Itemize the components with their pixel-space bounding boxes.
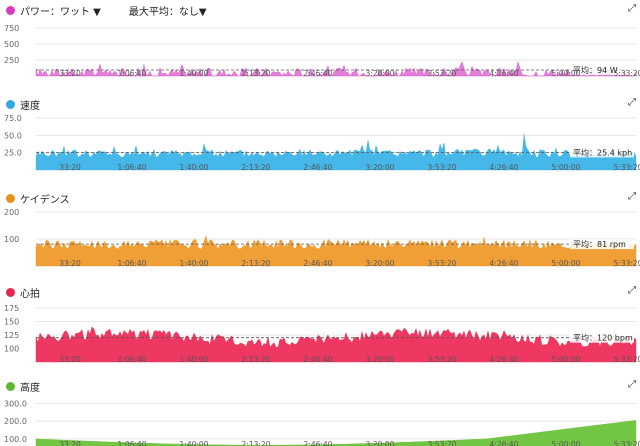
- x-tick-label: 3:20:00: [366, 163, 395, 172]
- x-tick-label: 4:26:40: [490, 259, 519, 268]
- x-tick-label: 33:20: [59, 355, 81, 364]
- power-chart: 750500250平均：94 W33:20 1:06:40 1:40:00 2:13:…: [4, 24, 640, 78]
- x-tick-label: 2:46:40: [304, 69, 333, 78]
- power-panel: パワー：ワット ▼ 最大平均：なし▼ ⤢ 750 500 250 平均：94 W 33:…: [0, 2, 640, 92]
- x-tick-label: 2:46:40: [304, 163, 333, 172]
- x-tick-label: 2:46:40: [304, 355, 333, 364]
- heartrate-title: 心拍: [20, 288, 40, 300]
- x-tick-label: 1:40:00: [180, 259, 209, 268]
- x-tick-label: 5:00:00: [552, 163, 581, 172]
- power-color-dot: [6, 5, 15, 15]
- x-tick-label: 5:33:20: [614, 440, 640, 446]
- x-tick-label: 5:00:00: [552, 69, 581, 78]
- y-tick-label: 750: [4, 24, 19, 33]
- x-tick-label: 3:20:00: [366, 259, 395, 268]
- x-tick-label: 4:26:40: [490, 69, 519, 78]
- x-tick-label: 3:53:20: [428, 259, 457, 268]
- x-tick-label: 5:00:00: [552, 440, 581, 446]
- heartrate-chart: 175 150 125 100 平均：120 bpm 33:20 1:06:40 1:40:0…: [4, 304, 640, 364]
- x-tick-label: 2:13:20: [242, 355, 271, 364]
- speed-color-dot: [6, 99, 15, 109]
- x-tick-label: 3:53:20: [428, 355, 457, 364]
- x-tick-label: 5:33:20: [614, 69, 640, 78]
- x-tick-label: 3:53:20: [428, 69, 457, 78]
- x-tick-label: 5:33:20: [614, 163, 640, 172]
- heartrate-color-dot: [6, 287, 15, 297]
- altitude-chart: 300.0 200.0 100.0 33:20 1:06:40 1:40:00 2:13:2…: [4, 400, 640, 446]
- power-header: パワー：ワット ▼ 最大平均：なし▼: [6, 2, 207, 18]
- x-tick-label: 3:20:00: [366, 440, 395, 446]
- average-label: 平均：25.4 kph: [573, 147, 632, 157]
- speed-header: 速度: [6, 96, 40, 112]
- speed-chart: 75.0 50.0 25.0 平均：25.4 kph 33:20 1:06:40 1:40:…: [4, 114, 640, 172]
- altitude-color-dot: [6, 381, 15, 391]
- x-tick-label: 1:40:00: [180, 440, 209, 446]
- cadence-color-dot: [6, 193, 15, 203]
- x-tick-label: 5:00:00: [552, 355, 581, 364]
- y-tick-label: 100: [4, 345, 19, 354]
- x-tick-label: 33:20: [59, 440, 81, 446]
- y-tick-label: 100: [4, 235, 19, 244]
- x-tick-label: 2:46:40: [304, 440, 333, 446]
- x-tick-label: 1:40:00: [180, 355, 209, 364]
- x-tick-label: 2:46:40: [304, 259, 333, 268]
- x-tick-label: 33:20: [59, 163, 81, 172]
- max-average-selector[interactable]: 最大平均：なし▼: [129, 3, 207, 18]
- y-tick-label: 250: [4, 56, 19, 65]
- x-tick-label: 2:13:20: [242, 259, 271, 268]
- x-tick-label: 1:06:40: [118, 355, 147, 364]
- y-tick-label: 200: [4, 208, 19, 217]
- cadence-chart: 200 100 平均：81 rpm 33:20 1:06:40 1:40:00 2:13:2…: [4, 208, 640, 268]
- y-tick-label: 200.0: [4, 417, 27, 426]
- x-tick-label: 1:06:40: [118, 163, 147, 172]
- y-tick-label: 175: [4, 304, 19, 313]
- altitude-panel: 高度 ⤢ 300.0 200.0 100.0 33:20 1:06:40 1:40:00 2…: [0, 378, 640, 446]
- x-tick-label: 1:06:40: [118, 69, 147, 78]
- x-tick-label: 1:40:00: [180, 69, 209, 78]
- expand-icon[interactable]: ⤢: [628, 286, 636, 296]
- heartrate-panel: 心拍 ⤢ 175 150 125 100 平均：120 bpm 33:20 1:06:40 1…: [0, 284, 640, 378]
- x-tick-label: 2:13:20: [242, 69, 271, 78]
- x-tick-label: 4:26:40: [490, 163, 519, 172]
- x-tick-label: 2:13:20: [242, 440, 271, 446]
- speed-panel: 速度 ⤢ 75.0 50.0 25.0 平均：25.4 kph 33:20 1:06:40…: [0, 96, 640, 188]
- x-tick-label: 4:26:40: [490, 355, 519, 364]
- y-tick-label: 125: [4, 331, 19, 340]
- x-tick-label: 3:20:00: [366, 69, 395, 78]
- y-tick-label: 150: [4, 318, 19, 327]
- heartrate-header: 心拍: [6, 284, 40, 300]
- x-tick-label: 5:33:20: [614, 259, 640, 268]
- average-label: 平均：120 bpm: [573, 333, 633, 343]
- average-label: 平均：81 rpm: [573, 239, 626, 249]
- x-tick-label: 2:13:20: [242, 163, 271, 172]
- expand-icon[interactable]: ⤢: [628, 192, 636, 202]
- speed-title: 速度: [20, 100, 40, 112]
- y-tick-label: 300.0: [4, 400, 27, 409]
- cadence-panel: ケイデンス ⤢ 200 100 平均：81 rpm 33:20 1:06:40 1:40:…: [0, 190, 640, 282]
- x-tick-label: 1:40:00: [180, 163, 209, 172]
- x-tick-label: 5:33:20: [614, 355, 640, 364]
- power-metric-selector[interactable]: パワー：ワット ▼: [20, 3, 101, 18]
- y-tick-label: 75.0: [4, 114, 22, 123]
- x-tick-label: 33:20: [59, 259, 81, 268]
- y-tick-label: 500: [4, 40, 19, 49]
- x-tick-label: 3:53:20: [428, 440, 457, 446]
- x-tick-label: 5:00:00: [552, 259, 581, 268]
- x-tick-label: 1:06:40: [118, 259, 147, 268]
- x-tick-label: 1:06:40: [118, 440, 147, 446]
- y-tick-label: 100.0: [4, 435, 27, 444]
- cadence-title: ケイデンス: [20, 194, 70, 206]
- x-tick-label: 4:26:40: [490, 440, 519, 446]
- expand-icon[interactable]: ⤢: [628, 380, 636, 390]
- cadence-header: ケイデンス: [6, 190, 70, 206]
- x-tick-label: 3:53:20: [428, 163, 457, 172]
- x-tick-label: 33:20: [59, 69, 81, 78]
- altitude-title: 高度: [20, 382, 40, 394]
- y-tick-label: 25.0: [4, 149, 22, 158]
- expand-icon[interactable]: ⤢: [628, 4, 636, 14]
- altitude-header: 高度: [6, 378, 40, 394]
- expand-icon[interactable]: ⤢: [628, 98, 636, 108]
- y-tick-label: 50.0: [4, 131, 22, 140]
- x-tick-label: 3:20:00: [366, 355, 395, 364]
